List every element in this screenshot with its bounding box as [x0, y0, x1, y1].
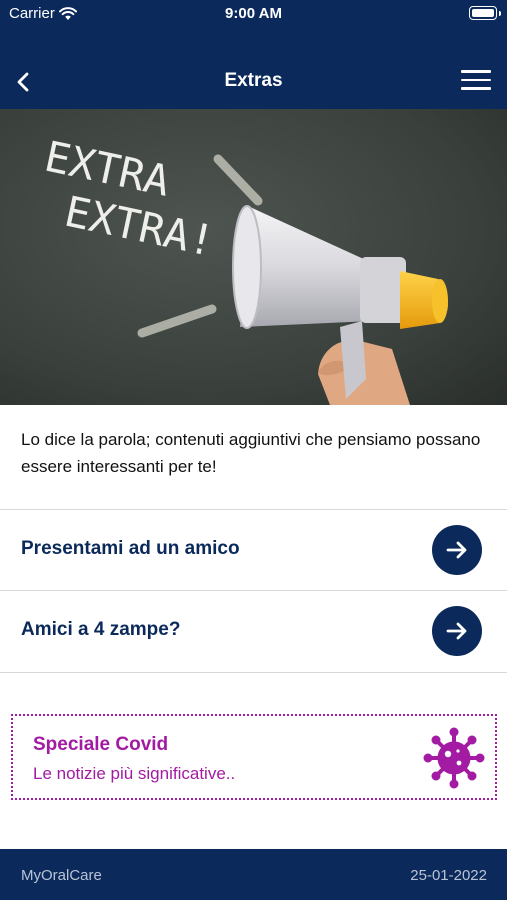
hamburger-menu-icon[interactable] — [461, 70, 491, 92]
list-item-amici-zampe[interactable]: Amici a 4 zampe? — [0, 591, 507, 671]
page-title: Extras — [224, 70, 283, 91]
battery-icon — [469, 6, 501, 20]
status-bar: Carrier 9:00 AM — [0, 0, 507, 30]
covid-special-card[interactable]: Speciale Covid Le notizie più significat… — [11, 714, 497, 800]
app-footer: MyOralCare 25-01-2022 — [0, 849, 507, 900]
covid-subtitle: Le notizie più significative.. — [33, 764, 236, 783]
list-item-label: Presentami ad un amico — [21, 538, 240, 559]
covid-title: Speciale Covid — [33, 734, 169, 755]
nav-bar: Extras — [0, 56, 507, 108]
divider — [0, 672, 507, 673]
virus-icon — [423, 727, 485, 789]
arrow-right-icon[interactable] — [432, 525, 482, 575]
app-header: Carrier 9:00 AM Extras — [0, 0, 507, 109]
footer-date: 25-01-2022 — [410, 867, 487, 884]
hero-image: EXTRA EXTRA! — [0, 109, 507, 405]
megaphone-illustration: EXTRA EXTRA! — [0, 109, 507, 405]
status-time: 9:00 AM — [225, 5, 282, 22]
list-item-label: Amici a 4 zampe? — [21, 619, 181, 640]
footer-app-name: MyOralCare — [21, 867, 102, 884]
list-item-presentami[interactable]: Presentami ad un amico — [0, 510, 507, 590]
arrow-right-icon[interactable] — [432, 606, 482, 656]
intro-text: Lo dice la parola; contenuti aggiuntivi … — [21, 430, 481, 476]
